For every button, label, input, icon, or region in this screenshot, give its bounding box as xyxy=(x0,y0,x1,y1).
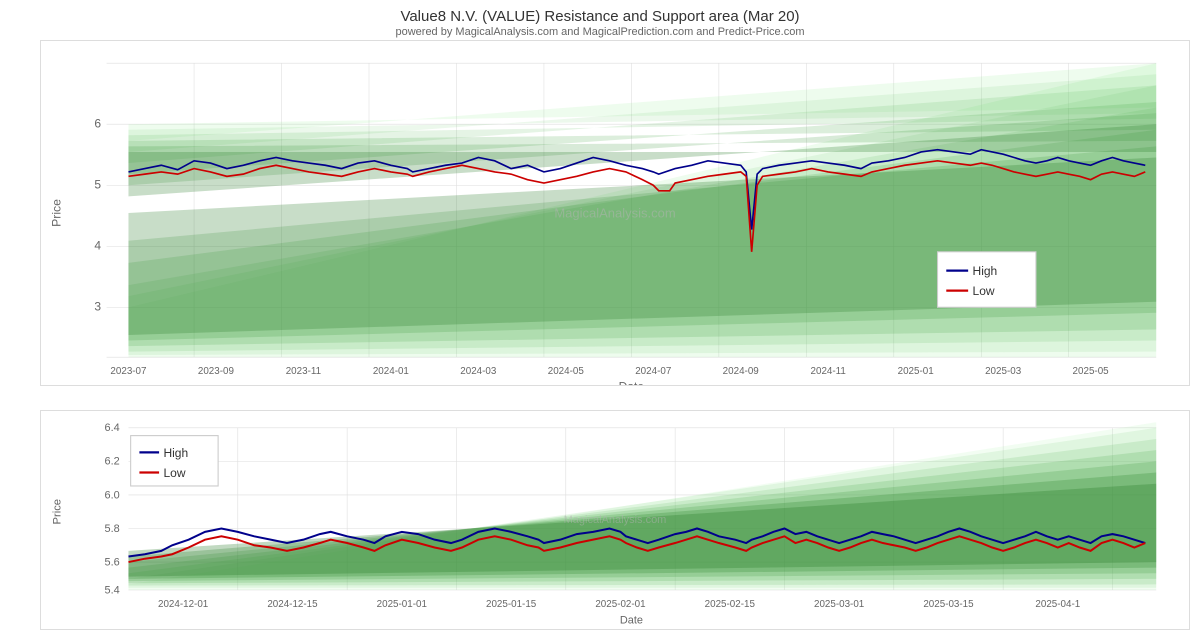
svg-text:2023-07: 2023-07 xyxy=(110,366,147,377)
svg-text:2024-12-01: 2024-12-01 xyxy=(158,599,209,610)
svg-text:2023-11: 2023-11 xyxy=(286,366,322,377)
svg-text:High: High xyxy=(973,264,998,278)
svg-text:2025-04-1: 2025-04-1 xyxy=(1035,599,1080,610)
top-chart-wrapper: MagicalAnalysis.com xyxy=(40,40,1190,386)
page-container: Value8 N.V. (VALUE) Resistance and Suppo… xyxy=(0,0,1200,600)
charts-container: MagicalAnalysis.com xyxy=(0,40,1200,635)
svg-text:2025-02-15: 2025-02-15 xyxy=(705,599,756,610)
svg-text:Price: Price xyxy=(52,499,64,524)
svg-text:Date: Date xyxy=(620,614,643,626)
svg-text:2025-05: 2025-05 xyxy=(1073,366,1110,377)
svg-text:Date: Date xyxy=(619,379,645,385)
svg-text:2025-01-15: 2025-01-15 xyxy=(486,599,537,610)
svg-text:2024-05: 2024-05 xyxy=(548,366,585,377)
svg-text:5.6: 5.6 xyxy=(105,556,120,568)
bottom-chart-svg: 6.4 6.2 6.0 5.8 5.6 5.4 2024-12-01 2024-… xyxy=(41,411,1189,629)
svg-text:2023-09: 2023-09 xyxy=(198,366,235,377)
subtitle: powered by MagicalAnalysis.com and Magic… xyxy=(0,26,1200,38)
svg-text:4: 4 xyxy=(94,238,101,252)
svg-text:6.0: 6.0 xyxy=(105,489,120,501)
svg-text:High: High xyxy=(163,446,188,460)
svg-text:2024-11: 2024-11 xyxy=(811,366,847,377)
title-area: Value8 N.V. (VALUE) Resistance and Suppo… xyxy=(0,0,1200,40)
svg-text:5.4: 5.4 xyxy=(105,584,120,596)
svg-text:2025-03-15: 2025-03-15 xyxy=(923,599,974,610)
svg-text:6.4: 6.4 xyxy=(105,422,120,434)
svg-text:6: 6 xyxy=(94,116,101,130)
svg-text:2024-09: 2024-09 xyxy=(723,366,760,377)
svg-text:6.2: 6.2 xyxy=(105,456,120,468)
svg-text:2025-01-01: 2025-01-01 xyxy=(377,599,428,610)
svg-text:2025-03-01: 2025-03-01 xyxy=(814,599,865,610)
svg-text:2024-07: 2024-07 xyxy=(635,366,672,377)
svg-text:Low: Low xyxy=(973,284,995,298)
svg-text:2024-01: 2024-01 xyxy=(373,366,410,377)
svg-text:2025-03: 2025-03 xyxy=(985,366,1022,377)
svg-text:Price: Price xyxy=(50,199,64,227)
svg-text:2024-12-15: 2024-12-15 xyxy=(267,599,318,610)
main-title: Value8 N.V. (VALUE) Resistance and Suppo… xyxy=(0,8,1200,25)
svg-text:5: 5 xyxy=(94,177,101,191)
svg-text:2025-02-01: 2025-02-01 xyxy=(595,599,646,610)
top-chart-svg: 6 5 4 3 2023-07 2023-09 2023-11 2024-01 … xyxy=(41,41,1189,385)
svg-text:5.8: 5.8 xyxy=(105,523,120,535)
svg-text:2024-03: 2024-03 xyxy=(460,366,497,377)
svg-text:3: 3 xyxy=(94,300,101,314)
svg-text:2025-01: 2025-01 xyxy=(898,366,935,377)
bottom-chart-wrapper: MagicalAnalysis.com 6 xyxy=(40,410,1190,630)
svg-text:Low: Low xyxy=(163,466,185,480)
